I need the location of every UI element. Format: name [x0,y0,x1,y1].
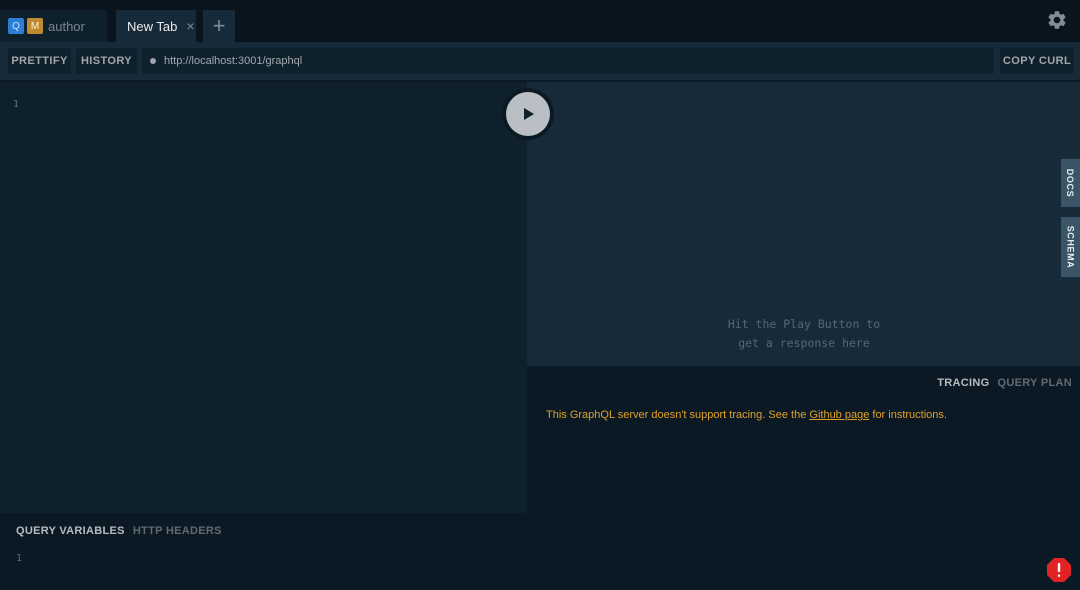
tracing-tabs: TRACING QUERY PLAN [937,377,1072,389]
tracing-pane: TRACING QUERY PLAN This GraphQL server d… [527,366,1080,590]
add-tab-button[interactable]: + [203,10,235,42]
error-icon[interactable] [1046,557,1072,583]
github-page-link[interactable]: Github page [809,409,869,421]
result-hint: Hit the Play Button to get a response he… [677,315,931,353]
play-icon [524,108,534,120]
tab-bar: Q M author New Tab × + [0,0,1080,42]
toolbar: PRETTIFY HISTORY http://localhost:3001/g… [0,42,1080,80]
tab-http-headers[interactable]: HTTP HEADERS [133,525,222,537]
history-button[interactable]: HISTORY [76,48,137,74]
query-badge: Q [8,18,24,34]
tracing-message-tail: for instructions. [869,409,947,421]
tracing-message-text: This GraphQL server doesn't support trac… [546,409,810,421]
prettify-button[interactable]: PRETTIFY [8,48,71,74]
copy-curl-button[interactable]: COPY CURL [1000,48,1074,74]
schema-tab-label: SCHEMA [1065,225,1076,269]
line-number: 1 [13,99,20,110]
docs-tab[interactable]: DOCS [1061,159,1080,207]
gear-icon[interactable] [1046,9,1068,31]
tab-query-variables[interactable]: QUERY VARIABLES [16,525,125,537]
tab-label: author [48,18,85,34]
play-button[interactable] [502,88,554,140]
endpoint-url-input[interactable]: http://localhost:3001/graphql [142,48,994,74]
docs-tab-label: DOCS [1065,168,1076,198]
mutation-badge: M [27,18,43,34]
play-button-face [506,92,550,136]
connection-status-icon [150,58,156,64]
tab-author[interactable]: Q M author [0,10,107,42]
variables-tabs: QUERY VARIABLES HTTP HEADERS [16,525,222,537]
variables-pane: QUERY VARIABLES HTTP HEADERS 1 [0,513,527,590]
tab-tracing[interactable]: TRACING [937,377,989,389]
tab-query-plan[interactable]: QUERY PLAN [997,377,1072,389]
result-hint-line-2: get a response here [738,336,870,350]
endpoint-url-text: http://localhost:3001/graphql [164,55,303,67]
close-icon[interactable]: × [186,18,194,34]
query-editor[interactable]: 1 [0,82,527,513]
graphql-playground: Q M author New Tab × + PRETTIFY HISTORY … [0,0,1080,590]
tracing-message: This GraphQL server doesn't support trac… [546,409,947,421]
result-pane: Hit the Play Button to get a response he… [527,82,1080,366]
tab-new-tab[interactable]: New Tab × [116,10,196,42]
schema-tab[interactable]: SCHEMA [1061,217,1080,277]
line-number: 1 [16,553,23,564]
result-hint-line-1: Hit the Play Button to [727,317,881,331]
tab-label: New Tab [127,18,178,34]
